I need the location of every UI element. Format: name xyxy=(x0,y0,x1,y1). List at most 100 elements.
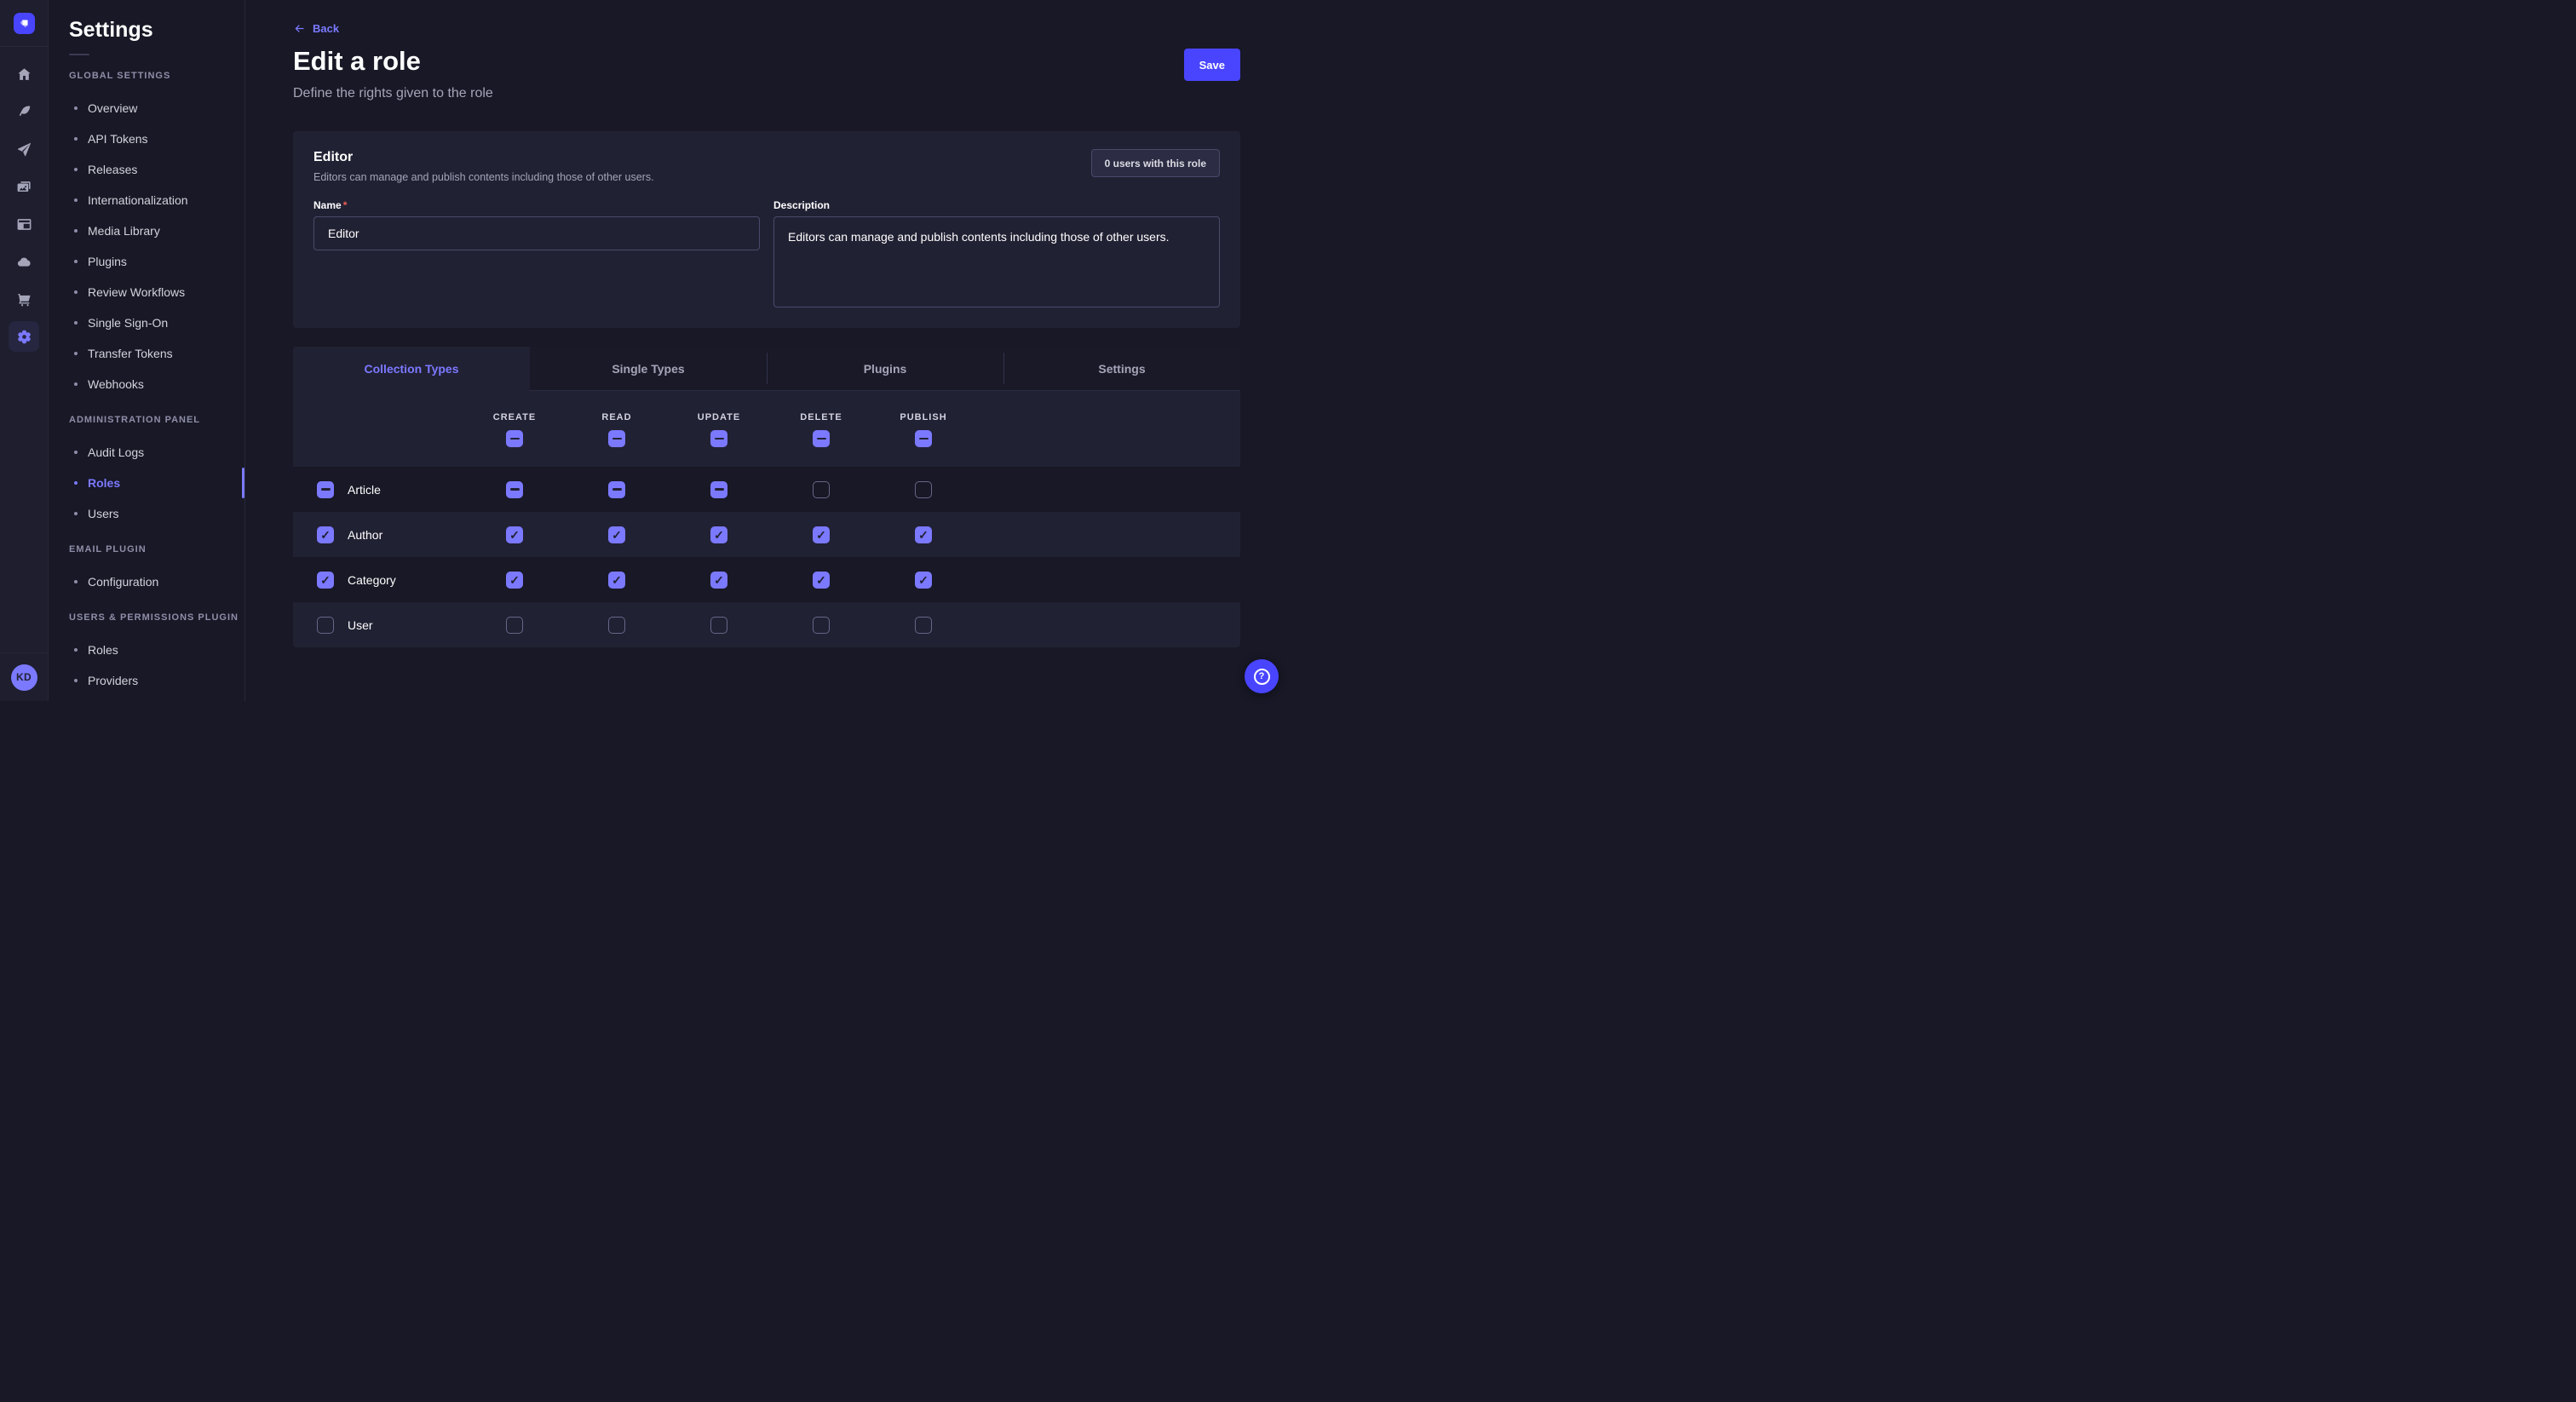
name-input[interactable]: Editor xyxy=(313,216,760,250)
select-all-publish-checkbox[interactable] xyxy=(915,430,932,447)
settings-gear-icon[interactable] xyxy=(9,321,39,352)
active-indicator xyxy=(242,468,244,498)
select-all-read-checkbox[interactable] xyxy=(608,430,625,447)
send-plane-icon[interactable] xyxy=(9,134,39,164)
nav-section-heading-users-permissions: USERS & PERMISSIONS PLUGIN xyxy=(69,612,244,623)
article-publish-checkbox[interactable] xyxy=(915,481,932,498)
row-checkbox-user[interactable] xyxy=(317,617,334,634)
users-with-role-badge[interactable]: 0 users with this role xyxy=(1091,149,1220,177)
tab-settings[interactable]: Settings xyxy=(1003,347,1240,391)
bullet-icon xyxy=(74,321,78,325)
row-label: Article xyxy=(348,483,381,497)
table-row-author: Author xyxy=(293,512,1240,557)
back-link[interactable]: Back xyxy=(293,22,339,35)
author-read-checkbox[interactable] xyxy=(608,526,625,543)
sidebar-item-single-sign-on[interactable]: Single Sign-On xyxy=(69,307,244,338)
main-content: Back Edit a role Define the rights given… xyxy=(245,0,1288,701)
sidebar-item-review-workflows[interactable]: Review Workflows xyxy=(69,277,244,307)
user-create-checkbox[interactable] xyxy=(506,617,523,634)
row-checkbox-category[interactable] xyxy=(317,572,334,589)
bullet-icon xyxy=(74,290,78,294)
name-field: Name* Editor xyxy=(313,198,760,307)
permissions-tabbar: Collection Types Single Types Plugins Se… xyxy=(293,347,1240,391)
sidebar-item-transfer-tokens[interactable]: Transfer Tokens xyxy=(69,338,244,369)
article-delete-checkbox[interactable] xyxy=(813,481,830,498)
save-button[interactable]: Save xyxy=(1184,49,1240,81)
home-icon[interactable] xyxy=(9,59,39,89)
title-divider xyxy=(69,54,89,55)
strapi-logo[interactable] xyxy=(14,13,35,34)
row-checkbox-article[interactable] xyxy=(317,481,334,498)
role-description-text: Editors can manage and publish contents … xyxy=(313,170,654,184)
nav-section-heading-global: GLOBAL SETTINGS xyxy=(69,70,244,82)
media-library-icon[interactable] xyxy=(9,171,39,202)
required-asterisk: * xyxy=(343,199,348,211)
nav-section-heading-email-plugin: EMAIL PLUGIN xyxy=(69,543,244,555)
description-field: Description Editors can manage and publi… xyxy=(773,198,1220,307)
bullet-icon xyxy=(74,198,78,202)
article-read-checkbox[interactable] xyxy=(608,481,625,498)
category-read-checkbox[interactable] xyxy=(608,572,625,589)
select-all-update-checkbox[interactable] xyxy=(710,430,727,447)
row-label: Author xyxy=(348,528,382,542)
select-all-create-checkbox[interactable] xyxy=(506,430,523,447)
sidebar-item-users[interactable]: Users xyxy=(69,498,244,529)
column-header-delete: DELETE xyxy=(800,412,842,422)
table-row-user: User xyxy=(293,602,1240,647)
category-create-checkbox[interactable] xyxy=(506,572,523,589)
sidebar-item-roles-admin[interactable]: Roles xyxy=(69,468,244,498)
sidebar-item-webhooks[interactable]: Webhooks xyxy=(69,369,244,399)
article-create-checkbox[interactable] xyxy=(506,481,523,498)
user-avatar[interactable]: KD xyxy=(11,664,37,691)
row-label: User xyxy=(348,618,373,632)
select-all-delete-checkbox[interactable] xyxy=(813,430,830,447)
row-label: Category xyxy=(348,573,396,587)
row-checkbox-author[interactable] xyxy=(317,526,334,543)
description-label: Description xyxy=(773,198,1220,212)
sidebar-item-plugins[interactable]: Plugins xyxy=(69,246,244,277)
layout-builder-icon[interactable] xyxy=(9,209,39,239)
sidebar-item-internationalization[interactable]: Internationalization xyxy=(69,185,244,215)
sidebar-item-api-tokens[interactable]: API Tokens xyxy=(69,124,244,154)
marketplace-cart-icon[interactable] xyxy=(9,284,39,314)
author-create-checkbox[interactable] xyxy=(506,526,523,543)
article-update-checkbox[interactable] xyxy=(710,481,727,498)
author-update-checkbox[interactable] xyxy=(710,526,727,543)
bullet-icon xyxy=(74,137,78,141)
bullet-icon xyxy=(74,352,78,355)
tab-single-types[interactable]: Single Types xyxy=(530,347,767,391)
cloud-icon[interactable] xyxy=(9,246,39,277)
bullet-icon xyxy=(74,229,78,233)
category-delete-checkbox[interactable] xyxy=(813,572,830,589)
bullet-icon xyxy=(74,648,78,652)
category-update-checkbox[interactable] xyxy=(710,572,727,589)
user-publish-checkbox[interactable] xyxy=(915,617,932,634)
tab-collection-types[interactable]: Collection Types xyxy=(293,347,530,391)
description-textarea[interactable]: Editors can manage and publish contents … xyxy=(773,216,1220,307)
app-nav-icons xyxy=(0,47,48,359)
role-details-card: Editor Editors can manage and publish co… xyxy=(293,131,1240,328)
category-publish-checkbox[interactable] xyxy=(915,572,932,589)
back-label: Back xyxy=(313,22,339,35)
sidebar-item-configuration[interactable]: Configuration xyxy=(69,566,244,597)
sidebar-item-audit-logs[interactable]: Audit Logs xyxy=(69,437,244,468)
sidebar-item-roles-up[interactable]: Roles xyxy=(69,635,244,665)
sidebar-item-overview[interactable]: Overview xyxy=(69,93,244,124)
bullet-icon xyxy=(74,168,78,171)
author-publish-checkbox[interactable] xyxy=(915,526,932,543)
column-header-publish: PUBLISH xyxy=(900,412,946,422)
sidebar-item-providers[interactable]: Providers xyxy=(69,665,244,696)
sidebar-item-media-library[interactable]: Media Library xyxy=(69,215,244,246)
user-read-checkbox[interactable] xyxy=(608,617,625,634)
nav-section-users-permissions: Roles Providers xyxy=(69,635,244,696)
settings-nav: Settings GLOBAL SETTINGS Overview API To… xyxy=(49,0,245,701)
author-delete-checkbox[interactable] xyxy=(813,526,830,543)
nav-section-global: Overview API Tokens Releases Internation… xyxy=(69,93,244,399)
user-update-checkbox[interactable] xyxy=(710,617,727,634)
tab-plugins[interactable]: Plugins xyxy=(767,347,1003,391)
user-delete-checkbox[interactable] xyxy=(813,617,830,634)
sidebar-item-releases[interactable]: Releases xyxy=(69,154,244,185)
content-feather-icon[interactable] xyxy=(9,96,39,127)
help-button[interactable] xyxy=(1245,659,1279,693)
bullet-icon xyxy=(74,382,78,386)
